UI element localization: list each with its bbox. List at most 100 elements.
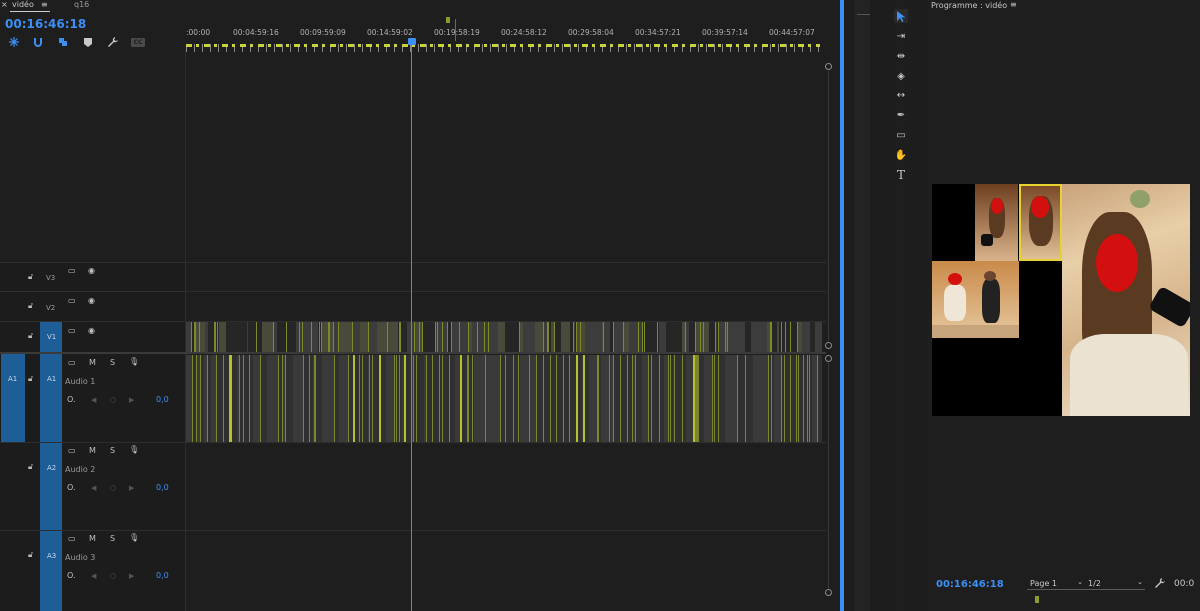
captions-icon[interactable]: CC: [130, 36, 146, 48]
solo-button[interactable]: S: [110, 534, 115, 543]
mute-button[interactable]: M: [89, 358, 96, 367]
eye-icon[interactable]: ◉: [88, 266, 95, 275]
scroll-knob-top[interactable]: [825, 63, 832, 70]
volume-knob-icon[interactable]: O.: [67, 395, 76, 404]
razor-icon[interactable]: ◈: [894, 69, 908, 83]
video-clip[interactable]: [674, 322, 682, 352]
audio-clip-row-a1[interactable]: [186, 355, 822, 442]
next-keyframe-icon[interactable]: ▶: [129, 484, 134, 492]
film-icon[interactable]: ▭: [68, 266, 76, 275]
track-target-a2[interactable]: A2: [40, 443, 62, 530]
video-clip[interactable]: [526, 322, 535, 352]
scroll-knob-bottom[interactable]: [825, 589, 832, 596]
timeline-timecode[interactable]: 00:16:46:18: [5, 17, 86, 31]
program-monitor-title[interactable]: Programme : vidéo: [931, 1, 1007, 10]
lock-icon[interactable]: 🔓︎: [28, 550, 33, 560]
mute-button[interactable]: M: [89, 446, 96, 455]
pen-icon[interactable]: ✒: [894, 108, 908, 122]
video-clip[interactable]: [644, 322, 651, 352]
video-clip[interactable]: [400, 322, 407, 352]
video-clip[interactable]: [360, 322, 368, 352]
video-clip[interactable]: [311, 322, 318, 352]
lock-icon[interactable]: 🔓︎: [28, 272, 33, 282]
scroll-knob[interactable]: [825, 342, 832, 349]
video-clip[interactable]: [510, 322, 519, 352]
video-clip[interactable]: [666, 322, 674, 352]
selection-tool-icon[interactable]: [894, 9, 908, 23]
next-keyframe-icon[interactable]: ▶: [129, 572, 134, 580]
video-clip[interactable]: [751, 322, 760, 352]
video-clip[interactable]: [240, 322, 247, 352]
tab-video[interactable]: vidéo: [12, 0, 34, 9]
sequence-marker[interactable]: [446, 17, 450, 23]
audio-track-name[interactable]: Audio 2: [65, 465, 95, 474]
solo-button[interactable]: S: [110, 358, 115, 367]
video-clip[interactable]: [451, 322, 459, 352]
track-target-a3[interactable]: A3: [40, 531, 62, 611]
video-clip[interactable]: [790, 322, 797, 352]
video-clip[interactable]: [477, 322, 484, 352]
video-clip[interactable]: [727, 322, 736, 352]
video-clip[interactable]: [302, 322, 311, 352]
type-icon[interactable]: T: [894, 168, 908, 182]
video-clip[interactable]: [226, 322, 235, 352]
video-clip[interactable]: [219, 322, 226, 352]
snap-icon[interactable]: [8, 36, 20, 48]
film-icon[interactable]: ▭: [68, 446, 76, 455]
mute-button[interactable]: M: [89, 534, 96, 543]
track-target-v1[interactable]: V1: [40, 322, 62, 352]
video-clip[interactable]: [535, 322, 543, 352]
add-keyframe-icon[interactable]: ○: [110, 572, 116, 580]
lock-icon[interactable]: 🔓︎: [28, 331, 33, 341]
video-clip[interactable]: [343, 322, 352, 352]
eye-icon[interactable]: ◉: [88, 326, 95, 335]
next-keyframe-icon[interactable]: ▶: [129, 396, 134, 404]
volume-knob-icon[interactable]: O.: [67, 483, 76, 492]
track-label-v3[interactable]: V3: [46, 274, 55, 282]
track-select-icon[interactable]: ⇥: [894, 29, 908, 43]
video-clip[interactable]: [554, 322, 561, 352]
volume-knob-icon[interactable]: O.: [67, 571, 76, 580]
source-patch-a1[interactable]: A1: [1, 354, 25, 442]
program-menu-icon[interactable]: ≡: [1010, 0, 1017, 9]
track-target-a1[interactable]: A1: [40, 354, 62, 442]
film-icon[interactable]: ▭: [68, 326, 76, 335]
tab-menu-icon[interactable]: ≡: [41, 0, 48, 9]
playhead-line[interactable]: [411, 44, 412, 611]
add-keyframe-icon[interactable]: ○: [110, 396, 116, 404]
video-clip[interactable]: [321, 322, 328, 352]
microphone-icon[interactable]: 🎙︎: [129, 445, 139, 454]
marker-icon[interactable]: [82, 36, 94, 48]
scroll-knob[interactable]: [825, 355, 832, 362]
video-clip[interactable]: [760, 322, 767, 352]
scrollbar-track[interactable]: [828, 363, 829, 588]
video-clip[interactable]: [277, 322, 286, 352]
volume-value[interactable]: 0,0: [156, 395, 169, 404]
program-playhead-marker[interactable]: [1035, 596, 1039, 603]
magnet-icon[interactable]: [32, 36, 44, 48]
slip-icon[interactable]: ↔: [894, 88, 908, 102]
audio-track-name[interactable]: Audio 1: [65, 377, 95, 386]
video-clip[interactable]: [248, 322, 256, 352]
program-duration-timecode[interactable]: 00:0: [1174, 579, 1194, 589]
microphone-icon[interactable]: 🎙︎: [129, 357, 139, 366]
lock-icon[interactable]: 🔓︎: [28, 374, 33, 384]
add-keyframe-icon[interactable]: ○: [110, 484, 116, 492]
volume-value[interactable]: 0,0: [156, 571, 169, 580]
page-select[interactable]: Page 1 ⌄: [1027, 578, 1085, 590]
lock-icon[interactable]: 🔓︎: [28, 301, 33, 311]
program-timecode[interactable]: 00:16:46:18: [936, 579, 1004, 590]
video-clip[interactable]: [629, 322, 638, 352]
lock-icon[interactable]: 🔓︎: [28, 462, 33, 472]
video-clip[interactable]: [593, 322, 602, 352]
video-clip[interactable]: [459, 322, 468, 352]
close-tab-icon[interactable]: ×: [1, 0, 8, 9]
video-clip[interactable]: [615, 322, 623, 352]
film-icon[interactable]: ▭: [68, 534, 76, 543]
wrench-icon[interactable]: [1155, 578, 1165, 591]
video-clip[interactable]: [561, 322, 570, 352]
solo-button[interactable]: S: [110, 446, 115, 455]
ripple-edit-icon[interactable]: ⇹: [894, 49, 908, 63]
prev-keyframe-icon[interactable]: ◀: [91, 572, 96, 580]
rectangle-icon[interactable]: ▭: [894, 128, 908, 142]
